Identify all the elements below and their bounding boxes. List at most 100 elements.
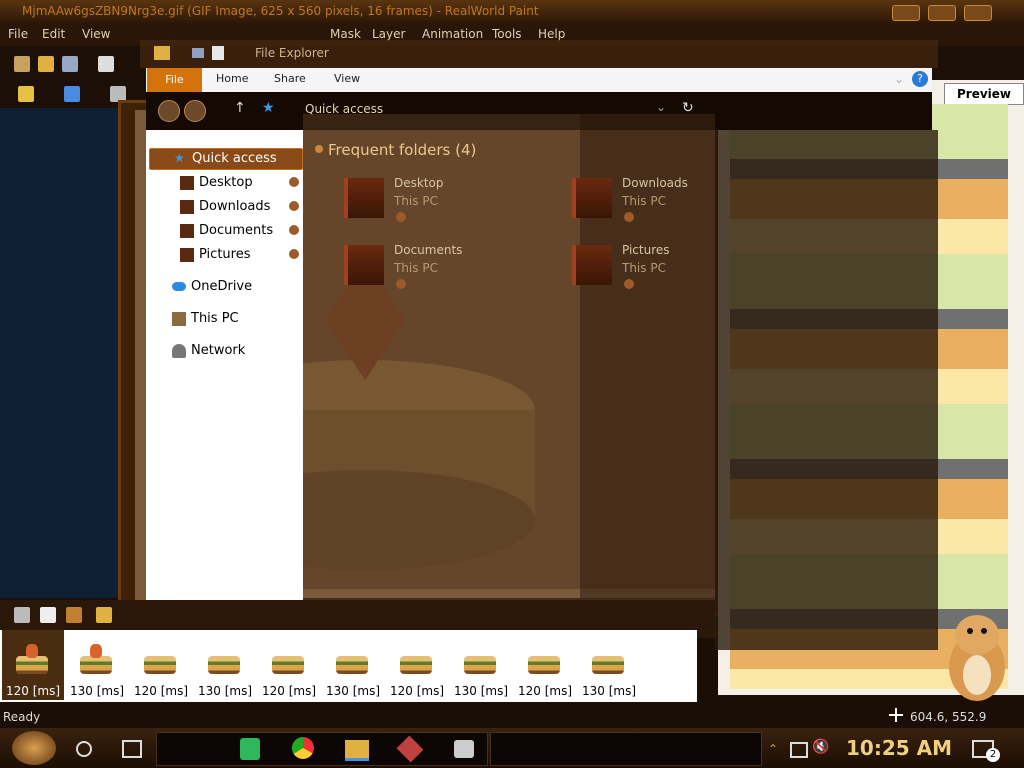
chevron-up-icon[interactable]: ⌃ — [768, 742, 778, 756]
forward-icon[interactable] — [184, 100, 206, 122]
magic-wand-icon[interactable] — [18, 86, 34, 102]
frame-thumbnail[interactable]: 130 [ms] — [450, 630, 512, 700]
frame-delay: 130 [ms] — [325, 684, 381, 698]
frame-tool-icon[interactable] — [14, 607, 30, 623]
help-icon[interactable]: ? — [912, 71, 928, 87]
tab-home[interactable]: Home — [216, 72, 248, 85]
menu-layer[interactable]: Layer — [372, 27, 405, 41]
new-folder-icon[interactable] — [212, 46, 224, 60]
up-arrow-icon[interactable]: ↑ — [234, 100, 246, 116]
folder-pictures[interactable]: Pictures This PC — [572, 243, 782, 303]
sidebar-item-label: Downloads — [199, 199, 271, 214]
properties-icon[interactable] — [192, 48, 204, 58]
app-icon[interactable] — [454, 740, 474, 758]
folder-downloads[interactable]: Downloads This PC — [572, 176, 782, 236]
sidebar-item-desktop[interactable]: Desktop — [146, 172, 303, 194]
frame-thumbnail[interactable]: 130 [ms] — [322, 630, 384, 700]
folder-name: Pictures — [622, 243, 670, 257]
open-frame-icon[interactable] — [96, 607, 112, 623]
sidebar-item-this-pc[interactable]: This PC — [146, 308, 303, 330]
menu-help[interactable]: Help — [538, 27, 565, 41]
frame-thumbnail[interactable]: 120 [ms] — [2, 630, 64, 700]
frame-thumbnail[interactable]: 130 [ms] — [66, 630, 128, 700]
folder-documents[interactable]: Documents This PC — [344, 243, 554, 303]
menu-mask[interactable]: Mask — [330, 27, 361, 41]
star-icon: ★ — [262, 100, 275, 116]
close-button[interactable] — [964, 5, 992, 21]
selection-icon[interactable] — [64, 86, 80, 102]
pin-icon — [396, 212, 406, 222]
tab-file[interactable]: File — [147, 68, 202, 92]
taskbar-clock[interactable]: 10:25 AM — [846, 736, 952, 760]
chrome-icon[interactable] — [292, 737, 314, 759]
frame-thumbnail[interactable]: 120 [ms] — [258, 630, 320, 700]
task-view-icon[interactable] — [122, 740, 142, 758]
tab-preview[interactable]: Preview — [944, 83, 1024, 105]
save-icon[interactable] — [62, 56, 78, 72]
chevron-down-icon[interactable]: ⌄ — [894, 72, 904, 86]
search-circle-icon[interactable] — [76, 741, 92, 757]
folder-location: This PC — [394, 194, 438, 208]
status-text: Ready — [3, 710, 41, 724]
brush-icon[interactable] — [66, 607, 82, 623]
new-file-icon[interactable] — [14, 56, 30, 72]
network-tray-icon[interactable] — [790, 742, 808, 758]
frame-thumbnail[interactable]: 130 [ms] — [578, 630, 640, 700]
frame-thumbnail[interactable]: 120 [ms] — [130, 630, 192, 700]
open-folder-icon[interactable] — [38, 56, 54, 72]
tab-view[interactable]: View — [334, 72, 360, 85]
frame-delay: 130 [ms] — [581, 684, 637, 698]
taskbar-empty-area — [490, 732, 762, 766]
menu-tools[interactable]: Tools — [492, 27, 522, 41]
frame-delay: 120 [ms] — [517, 684, 573, 698]
sidebar-item-network[interactable]: Network — [146, 340, 303, 362]
address-dropdown-icon[interactable]: ⌄ — [656, 100, 666, 114]
frame-thumbnail[interactable]: 130 [ms] — [194, 630, 256, 700]
paint-status-bar — [0, 706, 1024, 728]
menu-animation[interactable]: Animation — [422, 27, 483, 41]
frame-thumbnail[interactable]: 120 [ms] — [386, 630, 448, 700]
notes-app-icon[interactable] — [240, 738, 260, 760]
sidebar-item-label: Network — [191, 343, 246, 358]
menu-view[interactable]: View — [82, 27, 110, 41]
file-explorer-taskbar-icon[interactable] — [345, 740, 369, 761]
pin-icon[interactable] — [289, 177, 299, 187]
frame-thumbnail[interactable]: 120 [ms] — [514, 630, 576, 700]
sidebar-item-pictures[interactable]: Pictures — [146, 244, 303, 266]
undo-icon[interactable] — [98, 56, 114, 72]
downloads-icon — [180, 200, 194, 214]
sidebar-item-onedrive[interactable]: OneDrive — [146, 276, 303, 298]
new-frame-icon[interactable] — [40, 607, 56, 623]
frame-delay: 130 [ms] — [197, 684, 253, 698]
sidebar-item-downloads[interactable]: Downloads — [146, 196, 303, 218]
folder-name: Downloads — [622, 176, 688, 190]
sidebar-item-quick-access[interactable]: ★ Quick access — [149, 148, 303, 170]
sidebar-item-label: OneDrive — [191, 279, 253, 294]
folder-icon — [154, 46, 170, 60]
documents-icon — [180, 224, 194, 238]
pin-icon[interactable] — [289, 249, 299, 259]
minimize-button[interactable] — [892, 5, 920, 21]
pin-icon — [624, 279, 634, 289]
frequent-folders-heading[interactable]: Frequent folders (4) — [328, 141, 476, 159]
menu-file[interactable]: File — [8, 27, 28, 41]
frame-delay: 120 [ms] — [389, 684, 445, 698]
menu-edit[interactable]: Edit — [42, 27, 65, 41]
volume-muted-icon[interactable]: 🔇 — [812, 739, 829, 755]
frame-delay: 130 [ms] — [453, 684, 509, 698]
folder-name: Desktop — [394, 176, 444, 190]
documents-folder-icon — [344, 245, 384, 285]
sidebar-item-documents[interactable]: Documents — [146, 220, 303, 242]
back-icon[interactable] — [158, 100, 180, 122]
animation-frames: 120 [ms] 130 [ms] 120 [ms] 130 [ms] 120 … — [0, 630, 697, 702]
start-button[interactable] — [12, 731, 56, 765]
tab-share[interactable]: Share — [274, 72, 306, 85]
maximize-button[interactable] — [928, 5, 956, 21]
desktop-icon — [180, 176, 194, 190]
pin-icon[interactable] — [289, 225, 299, 235]
expand-icon[interactable] — [315, 145, 323, 153]
sidebar-item-label: Pictures — [199, 247, 251, 262]
folder-desktop[interactable]: Desktop This PC — [344, 176, 554, 236]
pin-icon[interactable] — [289, 201, 299, 211]
frames-toolbar — [0, 600, 715, 630]
